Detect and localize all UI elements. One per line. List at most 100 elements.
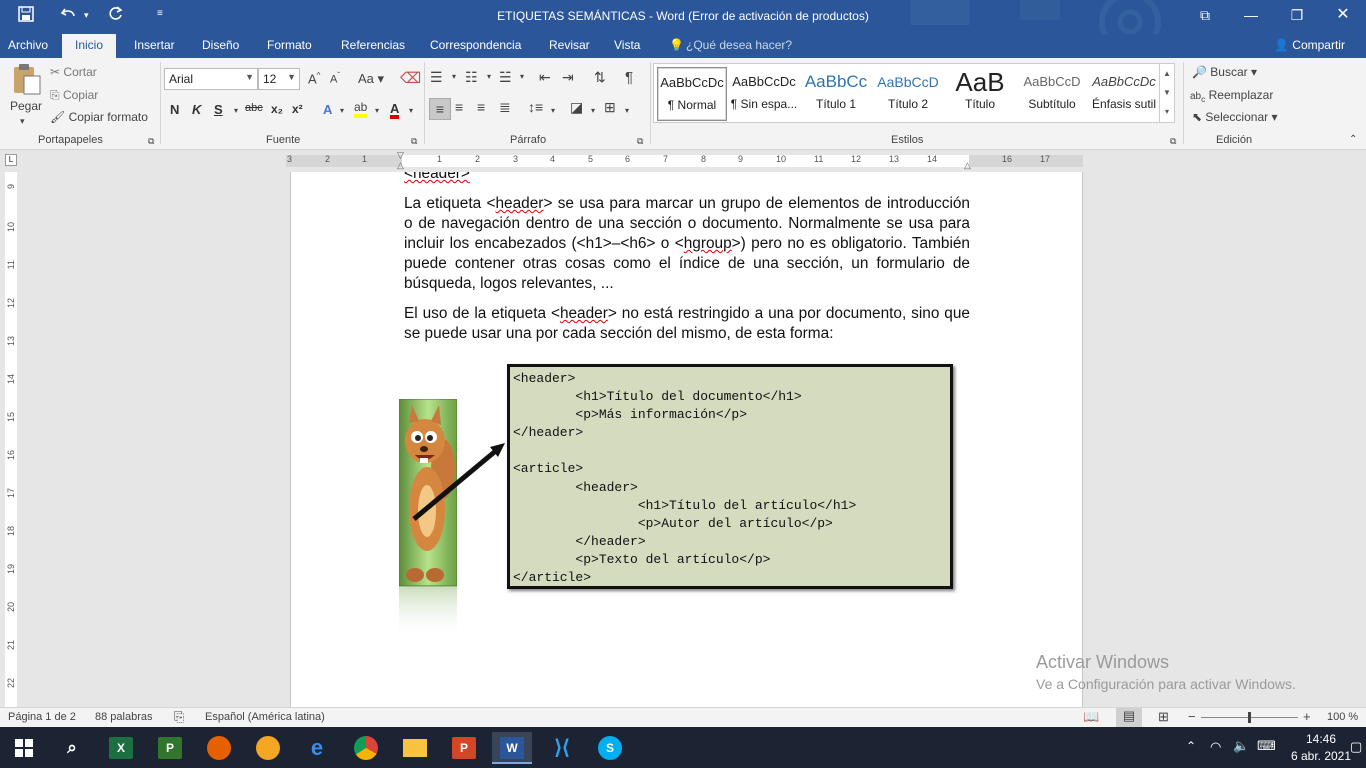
style-title[interactable]: AaB Título: [945, 67, 1015, 121]
replace-button[interactable]: abc Reemplazar: [1190, 88, 1273, 104]
skype-icon[interactable]: S: [590, 732, 630, 764]
show-hidden-icons-icon[interactable]: ⌃: [1186, 739, 1196, 753]
notifications-icon[interactable]: ▢: [1350, 739, 1362, 755]
strikethrough-button[interactable]: abc: [245, 102, 263, 114]
bold-button[interactable]: N: [170, 102, 179, 117]
decrease-indent-icon[interactable]: ⇤: [539, 69, 551, 86]
paragraph-launcher-icon[interactable]: ⧉: [637, 136, 643, 147]
vscode-icon[interactable]: ⟩⟨: [542, 732, 582, 764]
clock-time[interactable]: 14:46: [1296, 732, 1346, 746]
firefox-icon[interactable]: [199, 732, 239, 764]
align-left-icon[interactable]: ≡: [429, 98, 451, 120]
start-button[interactable]: [4, 732, 44, 764]
styles-scroll[interactable]: ▲ ▼ ▾: [1159, 64, 1174, 122]
subscript-button[interactable]: x₂: [271, 102, 283, 116]
bullets-icon[interactable]: ☰: [430, 69, 443, 86]
volume-icon[interactable]: 🔈: [1233, 738, 1249, 754]
pointer-arrow[interactable]: [410, 437, 510, 525]
highlight-dropdown-icon[interactable]: ▾: [375, 106, 379, 115]
shading-icon[interactable]: ◪: [570, 99, 583, 116]
numbering-icon[interactable]: ☷: [465, 69, 478, 86]
paste-dropdown-icon[interactable]: ▾: [20, 116, 25, 127]
project-icon[interactable]: P: [150, 732, 190, 764]
web-layout-icon[interactable]: ⊞: [1158, 709, 1169, 725]
restore-button[interactable]: ❐: [1274, 0, 1320, 30]
minimize-button[interactable]: —: [1228, 0, 1274, 30]
right-indent-marker[interactable]: △: [964, 160, 971, 171]
multilevel-dropdown-icon[interactable]: ▾: [520, 72, 524, 81]
close-button[interactable]: ✕: [1320, 0, 1366, 30]
wifi-icon[interactable]: ◠: [1210, 739, 1221, 755]
zoom-out-icon[interactable]: −: [1188, 709, 1196, 724]
style-normal[interactable]: AaBbCcDc ¶ Normal: [657, 67, 727, 121]
shading-dropdown-icon[interactable]: ▾: [591, 106, 595, 115]
search-icon[interactable]: ⌕: [52, 732, 92, 764]
tab-archivo[interactable]: Archivo: [8, 38, 48, 52]
clock-date[interactable]: 6 abr. 2021: [1288, 749, 1354, 763]
increase-indent-icon[interactable]: ⇥: [562, 69, 574, 86]
change-case-button[interactable]: Aa ▾: [358, 71, 384, 87]
code-example-box[interactable]: <header> <h1>Título del documento</h1> <…: [507, 364, 953, 589]
text-effects-button[interactable]: A: [323, 102, 332, 117]
left-indent-marker[interactable]: △: [397, 160, 404, 171]
tab-referencias[interactable]: Referencias: [341, 38, 405, 52]
grow-font-button[interactable]: A^: [308, 71, 320, 86]
tab-revisar[interactable]: Revisar: [549, 38, 590, 52]
powerpoint-icon[interactable]: P: [444, 732, 484, 764]
tab-inicio[interactable]: Inicio: [62, 34, 117, 58]
find-button[interactable]: 🔎 Buscar ▾: [1192, 65, 1257, 79]
proofing-icon[interactable]: ⎘: [174, 709, 184, 725]
share-button[interactable]: 👤 Compartir: [1274, 38, 1345, 52]
horizontal-ruler[interactable]: L 3 2 1 1 2 3 4 5 6 7 8 9 10 11 12 13 14 16 17 ▽ △ △: [0, 150, 1366, 172]
tab-selector-icon[interactable]: L: [5, 154, 17, 166]
font-size-combo[interactable]: 12 ▼: [258, 68, 300, 90]
zoom-in-icon[interactable]: +: [1303, 709, 1311, 724]
keyboard-icon[interactable]: ⌨: [1257, 738, 1276, 754]
text-effects-dropdown-icon[interactable]: ▾: [340, 106, 344, 115]
tab-diseno[interactable]: Diseño: [202, 38, 239, 52]
line-spacing-dropdown-icon[interactable]: ▾: [551, 106, 555, 115]
superscript-button[interactable]: x²: [292, 102, 303, 116]
format-painter-button[interactable]: 🖌 Copiar formato: [50, 110, 148, 124]
language[interactable]: Español (América latina): [205, 711, 325, 723]
align-right-icon[interactable]: ≡: [477, 99, 485, 115]
clear-formatting-icon[interactable]: ⌫: [400, 69, 421, 87]
style-subtle-emphasis[interactable]: AaBbCcDc Énfasis sutil: [1089, 67, 1159, 121]
shrink-font-button[interactable]: Aˇ: [330, 71, 340, 86]
zoom-slider-thumb[interactable]: [1248, 712, 1251, 723]
style-heading-1[interactable]: AaBbCc Título 1: [801, 67, 871, 121]
show-marks-button[interactable]: ¶: [625, 69, 633, 86]
sort-icon[interactable]: ⇅: [594, 69, 606, 86]
vertical-ruler[interactable]: 9 10 11 12 13 14 15 16 17 18 19 20 21 22: [0, 172, 22, 707]
file-explorer-icon[interactable]: [395, 732, 435, 764]
underline-dropdown-icon[interactable]: ▾: [234, 106, 238, 115]
word-count[interactable]: 88 palabras: [95, 711, 153, 723]
select-button[interactable]: ⬉ Seleccionar ▾: [1192, 110, 1277, 124]
highlight-button[interactable]: ab: [354, 100, 368, 118]
borders-icon[interactable]: ⊞: [604, 99, 616, 116]
style-subtitle[interactable]: AaBbCcD Subtítulo: [1017, 67, 1087, 121]
ribbon-display-options-icon[interactable]: ⧉: [1182, 0, 1228, 30]
underline-button[interactable]: S: [214, 102, 223, 117]
chrome-icon[interactable]: [346, 732, 386, 764]
font-launcher-icon[interactable]: ⧉: [411, 136, 417, 147]
paste-icon[interactable]: [8, 62, 44, 98]
read-mode-icon[interactable]: 📖: [1083, 709, 1099, 725]
word-icon[interactable]: W: [492, 732, 532, 764]
font-family-combo[interactable]: Arial ▼: [164, 68, 258, 90]
numbering-dropdown-icon[interactable]: ▾: [487, 72, 491, 81]
line-spacing-icon[interactable]: ↕≡: [528, 99, 543, 115]
clipboard-launcher-icon[interactable]: ⧉: [148, 136, 154, 147]
excel-icon[interactable]: X: [101, 732, 141, 764]
tab-correspondencia[interactable]: Correspondencia: [430, 38, 521, 52]
font-color-button[interactable]: A: [390, 102, 400, 119]
tab-vista[interactable]: Vista: [614, 38, 640, 52]
zoom-level[interactable]: 100 %: [1327, 711, 1358, 723]
edge-icon[interactable]: e: [297, 732, 337, 764]
bullets-dropdown-icon[interactable]: ▾: [452, 72, 456, 81]
print-layout-icon[interactable]: ▤: [1116, 708, 1142, 727]
collapse-ribbon-icon[interactable]: ⌃: [1349, 134, 1357, 145]
styles-launcher-icon[interactable]: ⧉: [1170, 136, 1176, 147]
multilevel-list-icon[interactable]: ☱: [499, 69, 512, 86]
tab-formato[interactable]: Formato: [267, 38, 312, 52]
